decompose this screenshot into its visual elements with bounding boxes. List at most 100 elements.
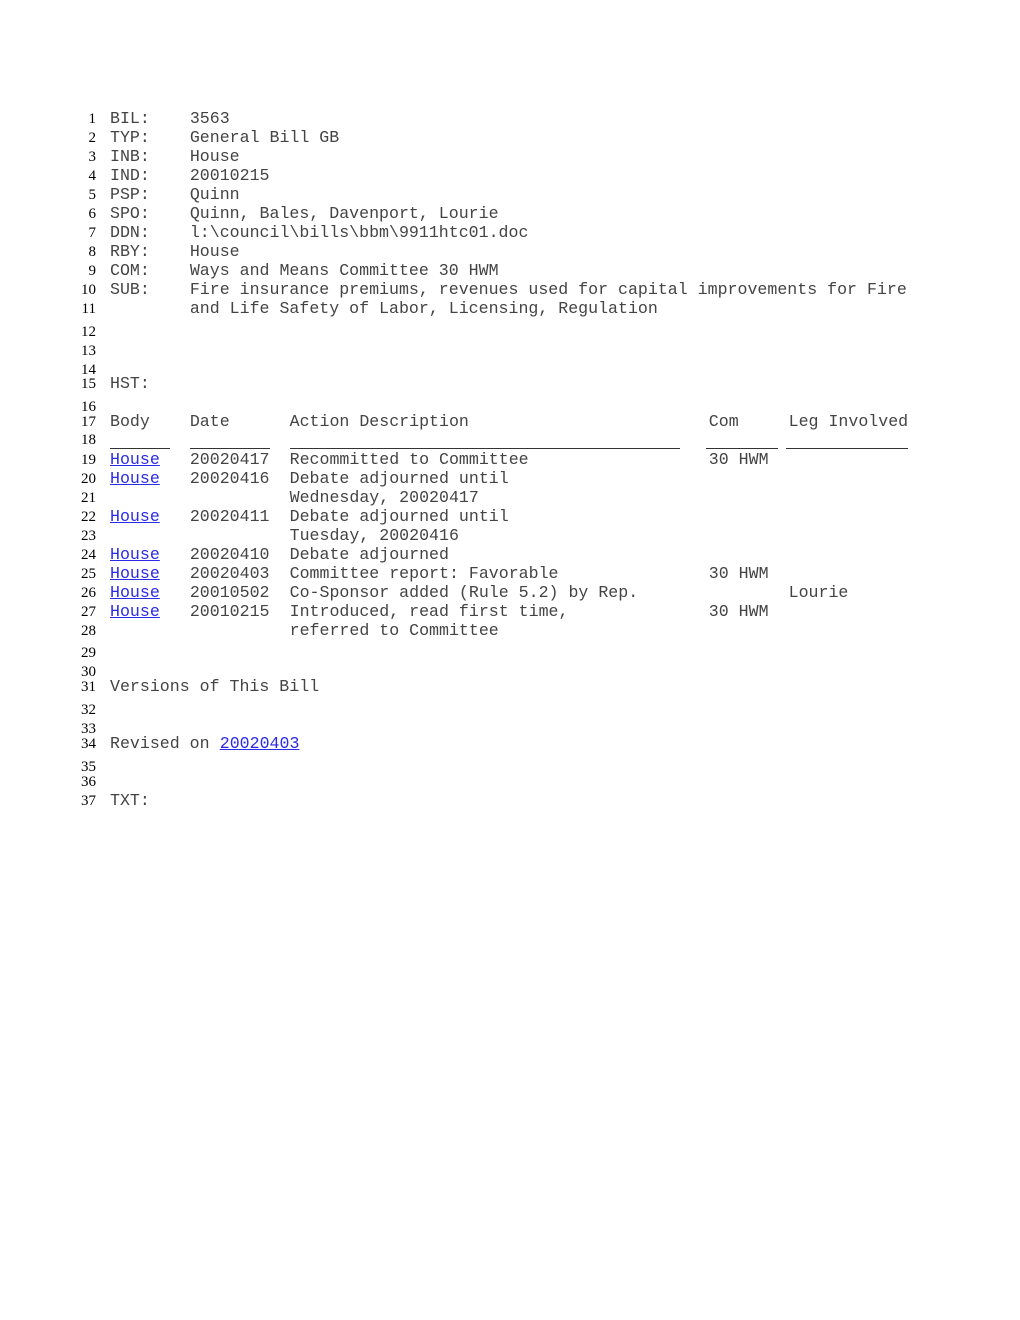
line-number: 7: [88, 225, 97, 241]
versions-title: Versions of This Bill: [110, 677, 320, 696]
field-key: BIL:: [110, 109, 150, 128]
history-committee: 30 HWM: [708, 450, 769, 469]
column-header-action: Action Description: [289, 412, 469, 431]
line-number: 35: [81, 759, 96, 775]
field-value: 3563: [189, 109, 230, 128]
line-number: 25: [81, 566, 96, 582]
line-number: 23: [81, 528, 96, 544]
line-number: 15: [81, 376, 96, 392]
field-key: SUB:: [110, 280, 150, 299]
history-action: Debate adjourned until: [289, 469, 509, 488]
line-number: 8: [88, 244, 97, 260]
history-action: referred to Committee: [289, 621, 499, 640]
field-key: RBY:: [110, 242, 150, 261]
history-body-link[interactable]: House: [110, 451, 160, 468]
history-body-link[interactable]: House: [110, 603, 160, 620]
history-action: Debate adjourned until: [289, 507, 509, 526]
line-number: 33: [81, 721, 96, 737]
column-separator: [110, 448, 170, 449]
history-body-link[interactable]: House: [110, 584, 160, 601]
bill-document: 1 BIL: 3563 2 TYP: General Bill GB 3 INB: House 4…: [0, 0, 1020, 1320]
line-number: 24: [81, 547, 96, 563]
column-separator: [189, 448, 270, 449]
line-number: 17: [81, 414, 96, 430]
line-number: 3: [88, 149, 97, 165]
line-number: 31: [81, 679, 96, 695]
column-header-date: Date: [189, 412, 230, 431]
history-action: Tuesday, 20020416: [289, 526, 459, 545]
line-number: 13: [81, 343, 96, 359]
field-key: SPO:: [110, 204, 150, 223]
line-number: 4: [88, 168, 97, 184]
line-number: 28: [81, 623, 96, 639]
field-value: House: [189, 147, 240, 166]
history-date: 20020411: [189, 507, 270, 526]
history-date: 20020403: [189, 564, 270, 583]
line-number: 18: [81, 432, 96, 448]
field-value: Ways and Means Committee 30 HWM: [189, 261, 499, 280]
line-number: 20: [81, 471, 96, 487]
field-value: l:\council\bills\bbm\9911htc01.doc: [189, 223, 529, 242]
text-label: TXT:: [110, 791, 150, 810]
history-date: 20020416: [189, 469, 270, 488]
field-key: DDN:: [110, 223, 150, 242]
line-number: 26: [81, 585, 96, 601]
revised-version-link[interactable]: 20020403: [220, 735, 300, 752]
column-separator: [705, 448, 778, 449]
column-separator: [785, 448, 908, 449]
history-date: 20020417: [189, 450, 270, 469]
column-separator: [289, 448, 680, 449]
history-action: Wednesday, 20020417: [289, 488, 479, 507]
line-number: 30: [81, 664, 96, 680]
field-value: 20010215: [189, 166, 270, 185]
line-number: 36: [81, 774, 96, 790]
field-value: Quinn: [189, 185, 240, 204]
line-number: 5: [88, 187, 97, 203]
history-date: 20020410: [189, 545, 270, 564]
line-number: 2: [88, 130, 97, 146]
line-number: 9: [88, 263, 97, 279]
field-key: IND:: [110, 166, 150, 185]
history-action: Debate adjourned: [289, 545, 449, 564]
line-number: 22: [81, 509, 96, 525]
line-number: 19: [81, 452, 96, 468]
field-value: and Life Safety of Labor, Licensing, Reg…: [189, 299, 658, 318]
line-number: 10: [81, 282, 96, 298]
line-number: 1: [88, 111, 97, 127]
field-value: General Bill GB: [189, 128, 340, 147]
line-number: 34: [81, 736, 96, 752]
line-number: 21: [81, 490, 96, 506]
history-date: 20010502: [189, 583, 270, 602]
field-value: Fire insurance premiums, revenues used f…: [189, 280, 907, 299]
line-number: 12: [81, 324, 96, 340]
field-key: COM:: [110, 261, 150, 280]
history-body-link[interactable]: House: [110, 470, 160, 487]
line-number: 27: [81, 604, 96, 620]
history-date: 20010215: [189, 602, 270, 621]
field-key: INB:: [110, 147, 150, 166]
history-body-link[interactable]: House: [110, 546, 160, 563]
line-number: 37: [81, 793, 96, 809]
field-key: TYP:: [110, 128, 150, 147]
column-header-body: Body: [110, 412, 150, 431]
history-action: Recommitted to Committee: [289, 450, 529, 469]
history-action: Co-Sponsor added (Rule 5.2) by Rep.: [289, 583, 639, 602]
history-body-link[interactable]: House: [110, 508, 160, 525]
field-value: Quinn, Bales, Davenport, Lourie: [189, 204, 499, 223]
line-number: 6: [88, 206, 97, 222]
history-action: Committee report: Favorable: [289, 564, 559, 583]
column-header-com: Com: [708, 412, 739, 431]
history-body-link[interactable]: House: [110, 565, 160, 582]
history-committee: 30 HWM: [708, 602, 769, 621]
line-number: 29: [81, 645, 96, 661]
field-value: House: [189, 242, 240, 261]
field-key: PSP:: [110, 185, 150, 204]
line-number: 32: [81, 702, 96, 718]
line-number: 11: [81, 301, 96, 317]
history-committee: 30 HWM: [708, 564, 769, 583]
column-header-leg: Leg Involved: [788, 412, 909, 431]
history-legislator: Lourie: [788, 583, 849, 602]
revised-prefix: Revised on: [110, 734, 220, 753]
history-label: HST:: [110, 374, 150, 393]
history-action: Introduced, read first time,: [289, 602, 569, 621]
